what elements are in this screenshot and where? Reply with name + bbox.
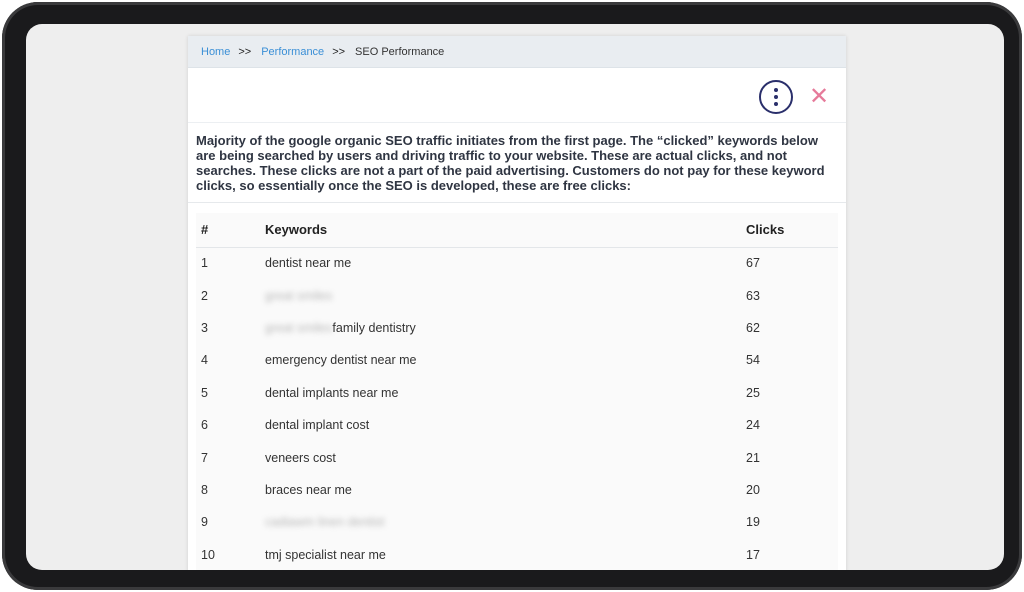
keyword-text: dental implants near me [265, 385, 399, 400]
vertical-dots-icon [774, 88, 778, 92]
row-clicks: 21 [746, 450, 760, 465]
keyword-text: emergency dentist near me [265, 353, 417, 368]
tablet-frame: Home >> Performance >> SEO Performance ✕… [2, 2, 1022, 590]
row-number: 7 [201, 450, 208, 465]
row-clicks: 62 [746, 320, 760, 335]
table-row: 3 great smilesfamily dentistry 62 [196, 312, 838, 344]
vertical-dots-icon [774, 102, 778, 106]
row-clicks: 63 [746, 288, 760, 303]
breadcrumb-performance[interactable]: Performance [261, 46, 324, 58]
table-row: 10 tmj specialist near me 17 [196, 539, 838, 570]
row-clicks: 19 [746, 515, 760, 530]
redacted-keyword: cadiawm linen dentist [265, 515, 385, 530]
row-keyword: cadiawm linen dentist [256, 506, 737, 538]
breadcrumb-current: SEO Performance [355, 45, 445, 58]
table-row: 2 great smiles 63 [196, 279, 838, 311]
table-row: 7 veneers cost 21 [196, 441, 838, 473]
row-keyword: dental implants near me [256, 377, 737, 409]
close-icon[interactable]: ✕ [807, 85, 831, 109]
header-number: # [196, 213, 256, 248]
intro-text: Majority of the google organic SEO traff… [188, 123, 846, 203]
table-body: 1 dentist near me 67 2 great smiles 63 3 great … [196, 247, 838, 570]
table-header-row: # Keywords Clicks [196, 213, 838, 248]
row-number: 5 [201, 385, 208, 400]
row-keyword: great smilesfamily dentistry [256, 312, 737, 344]
keyword-text: family dentistry [332, 320, 416, 335]
breadcrumb-separator: >> [332, 45, 346, 58]
row-keyword: dentist near me [256, 247, 737, 279]
row-number: 1 [201, 256, 208, 271]
row-keyword: tmj specialist near me [256, 539, 737, 570]
more-options-button[interactable] [759, 80, 793, 114]
table-row: 8 braces near me 20 [196, 474, 838, 506]
table-row: 6 dental implant cost 24 [196, 409, 838, 441]
row-number: 6 [201, 418, 208, 433]
row-clicks: 25 [746, 385, 760, 400]
keyword-text: tmj specialist near me [265, 547, 386, 562]
header-keywords: Keywords [256, 213, 737, 248]
row-clicks: 17 [746, 547, 760, 562]
keywords-table: # Keywords Clicks 1 dentist near me 67 2 gre… [196, 213, 838, 570]
row-keyword: braces near me [256, 474, 737, 506]
breadcrumb: Home >> Performance >> SEO Performance [188, 36, 846, 68]
row-keyword: emergency dentist near me [256, 344, 737, 376]
vertical-dots-icon [774, 95, 778, 99]
row-keyword: dental implant cost [256, 409, 737, 441]
row-number: 10 [201, 547, 215, 562]
row-keyword: great smiles [256, 279, 737, 311]
keyword-text: dentist near me [265, 256, 352, 271]
row-clicks: 67 [746, 256, 760, 271]
row-clicks: 20 [746, 482, 760, 497]
screen: Home >> Performance >> SEO Performance ✕… [26, 24, 1004, 570]
row-clicks: 24 [746, 418, 760, 433]
keywords-table-wrapper: # Keywords Clicks 1 dentist near me 67 2 gre… [196, 213, 838, 570]
keyword-text: dental implant cost [265, 418, 370, 433]
row-number: 4 [201, 353, 208, 368]
row-number: 8 [201, 482, 208, 497]
row-keyword: veneers cost [256, 441, 737, 473]
table-row: 9 cadiawm linen dentist 19 [196, 506, 838, 538]
row-clicks: 54 [746, 353, 760, 368]
redacted-keyword: great smiles [265, 288, 333, 303]
redacted-keyword: great smiles [265, 320, 333, 335]
row-number: 3 [201, 320, 208, 335]
breadcrumb-home[interactable]: Home [201, 46, 230, 58]
breadcrumb-separator: >> [238, 45, 252, 58]
table-row: 1 dentist near me 67 [196, 247, 838, 279]
keyword-text: braces near me [265, 482, 352, 497]
table-row: 4 emergency dentist near me 54 [196, 344, 838, 376]
row-number: 2 [201, 288, 208, 303]
table-row: 5 dental implants near me 25 [196, 377, 838, 409]
keyword-text: veneers cost [265, 450, 336, 465]
seo-performance-panel: Home >> Performance >> SEO Performance ✕… [188, 36, 846, 570]
header-clicks: Clicks [737, 213, 838, 248]
toolbar: ✕ [188, 68, 846, 123]
row-number: 9 [201, 515, 208, 530]
